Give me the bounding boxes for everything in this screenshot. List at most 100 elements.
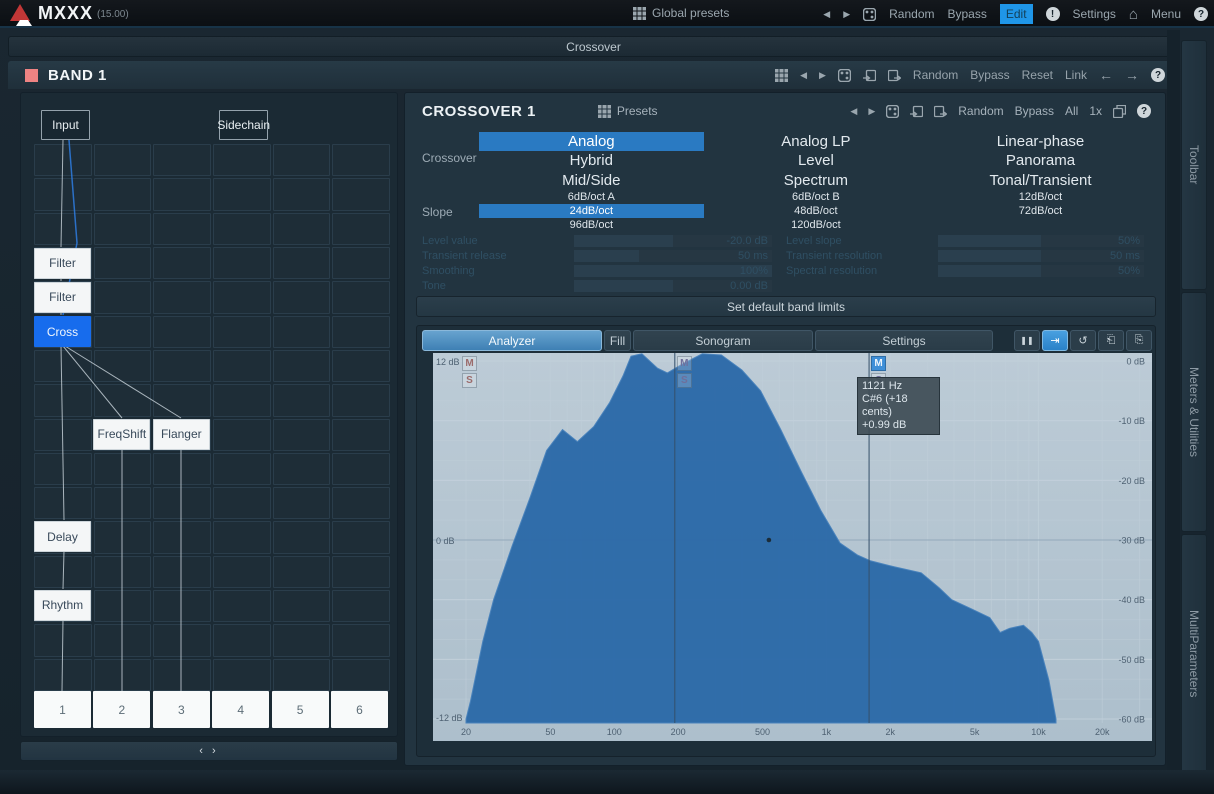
option-24db-oct[interactable]: 24dB/oct: [479, 204, 704, 218]
dice-icon[interactable]: [838, 69, 851, 82]
grid-cell[interactable]: [332, 419, 390, 451]
sidebar-tab-toolbar[interactable]: Toolbar: [1181, 40, 1207, 290]
sidebar-tab-meters-utilities[interactable]: Meters & Utilities: [1181, 292, 1207, 532]
grid-cell[interactable]: [153, 556, 211, 588]
grid-cell[interactable]: [273, 350, 331, 382]
option-level[interactable]: Level: [704, 151, 929, 170]
grid-cell[interactable]: [273, 590, 331, 622]
grid-cell[interactable]: [94, 213, 152, 245]
band3-mute-button[interactable]: M: [871, 356, 886, 371]
grid-cell[interactable]: [94, 350, 152, 382]
grid-cell[interactable]: [213, 521, 271, 553]
grid-cell[interactable]: [213, 281, 271, 313]
prev-button[interactable]: ◀: [800, 70, 807, 81]
output-4[interactable]: 4: [212, 691, 269, 728]
next-button[interactable]: ▶: [819, 70, 826, 81]
grid-cell[interactable]: [273, 453, 331, 485]
help-icon[interactable]: ?: [1194, 7, 1208, 21]
grid-cell[interactable]: [94, 624, 152, 656]
node-freqshift[interactable]: FreqShift: [93, 419, 150, 450]
output-6[interactable]: 6: [331, 691, 388, 728]
grid-cell[interactable]: [34, 624, 92, 656]
node-input[interactable]: Input: [41, 110, 90, 140]
analyzer-tab-sonogram[interactable]: Sonogram: [633, 330, 813, 351]
grid-cell[interactable]: [34, 213, 92, 245]
option-panorama[interactable]: Panorama: [928, 151, 1153, 170]
dice-icon[interactable]: [863, 8, 876, 21]
grid-cell[interactable]: [34, 419, 92, 451]
edit-button[interactable]: Edit: [1000, 4, 1033, 24]
grid-cell[interactable]: [153, 590, 211, 622]
grid-cell[interactable]: [213, 213, 271, 245]
grid-cell[interactable]: [153, 350, 211, 382]
grid-cell[interactable]: [213, 419, 271, 451]
grid-cell[interactable]: [273, 316, 331, 348]
option-12db-oct[interactable]: 12dB/oct: [928, 190, 1153, 204]
option-72db-oct[interactable]: 72dB/oct: [928, 204, 1153, 218]
grid-cell[interactable]: [94, 316, 152, 348]
grid-cell[interactable]: [34, 659, 92, 691]
option-6db-oct-b[interactable]: 6dB/oct B: [704, 190, 929, 204]
band-bypass-button[interactable]: Bypass: [970, 68, 1009, 82]
settings-button[interactable]: Settings: [1073, 7, 1116, 21]
option-hybrid[interactable]: Hybrid: [479, 151, 704, 170]
grid-cell[interactable]: [332, 521, 390, 553]
band-color-swatch[interactable]: [25, 69, 38, 82]
oversampling-button[interactable]: 1x: [1089, 104, 1102, 118]
help-icon[interactable]: ?: [1137, 104, 1151, 118]
grid-cell[interactable]: [273, 213, 331, 245]
pause-icon[interactable]: ❚❚: [1014, 330, 1040, 351]
grid-cell[interactable]: [332, 213, 390, 245]
presets-button[interactable]: Presets: [598, 104, 658, 118]
grid-cell[interactable]: [213, 556, 271, 588]
spectrum-analyzer-chart[interactable]: 12 dB0 dB-12 dB0 dB-10 dB-20 dB-30 dB-40…: [433, 353, 1152, 741]
grid-cell[interactable]: [332, 590, 390, 622]
grid-cell[interactable]: [153, 178, 211, 210]
random-button[interactable]: Random: [889, 7, 934, 21]
export-icon[interactable]: ⎘: [1126, 330, 1152, 351]
grid-cell[interactable]: [94, 453, 152, 485]
home-icon[interactable]: ⌂: [1129, 6, 1138, 23]
grid-cell[interactable]: [94, 144, 152, 176]
grid-cell[interactable]: [153, 521, 211, 553]
grid-cell[interactable]: [273, 521, 331, 553]
option-48db-oct[interactable]: 48dB/oct: [704, 204, 929, 218]
grid-cell[interactable]: [34, 144, 92, 176]
grid-cell[interactable]: [94, 659, 152, 691]
grid-cell[interactable]: [273, 419, 331, 451]
output-2[interactable]: 2: [93, 691, 150, 728]
grid-cell[interactable]: [213, 178, 271, 210]
grid-cell[interactable]: [94, 590, 152, 622]
grid-cell[interactable]: [153, 624, 211, 656]
band1-mute-button[interactable]: M: [462, 356, 477, 371]
option-120db-oct[interactable]: 120dB/oct: [704, 218, 929, 232]
grid-cell[interactable]: [332, 350, 390, 382]
grid-cell[interactable]: [332, 316, 390, 348]
grid-cell[interactable]: [332, 487, 390, 519]
node-delay[interactable]: Delay: [34, 521, 91, 552]
grid-cell[interactable]: [273, 178, 331, 210]
grid-cell[interactable]: [153, 316, 211, 348]
output-1[interactable]: 1: [34, 691, 91, 728]
grid-cell[interactable]: [34, 350, 92, 382]
option-spectrum[interactable]: Spectrum: [704, 171, 929, 190]
grid-cell[interactable]: [273, 144, 331, 176]
option-tonal-transient[interactable]: Tonal/Transient: [928, 171, 1153, 190]
analyzer-tab-fill[interactable]: Fill: [604, 330, 631, 351]
grid-cell[interactable]: [153, 659, 211, 691]
option-6db-oct-a[interactable]: 6dB/oct A: [479, 190, 704, 204]
band-random-button[interactable]: Random: [913, 68, 958, 82]
export-icon[interactable]: [888, 69, 901, 82]
node-flanger[interactable]: Flanger: [153, 419, 210, 450]
node-filter[interactable]: Filter: [34, 248, 91, 279]
band2-mute-button[interactable]: M: [677, 356, 692, 371]
sidebar-tab-multiparameters[interactable]: MultiParameters: [1181, 534, 1207, 774]
prev-preset-button[interactable]: ◀: [823, 9, 830, 20]
output-5[interactable]: 5: [272, 691, 329, 728]
option-analog[interactable]: Analog: [479, 132, 704, 151]
global-presets-button[interactable]: Global presets: [633, 6, 729, 20]
grid-cell[interactable]: [94, 178, 152, 210]
grid-cell[interactable]: [273, 556, 331, 588]
redo-arrow-button[interactable]: →: [1125, 67, 1139, 83]
grid-cell[interactable]: [94, 384, 152, 416]
